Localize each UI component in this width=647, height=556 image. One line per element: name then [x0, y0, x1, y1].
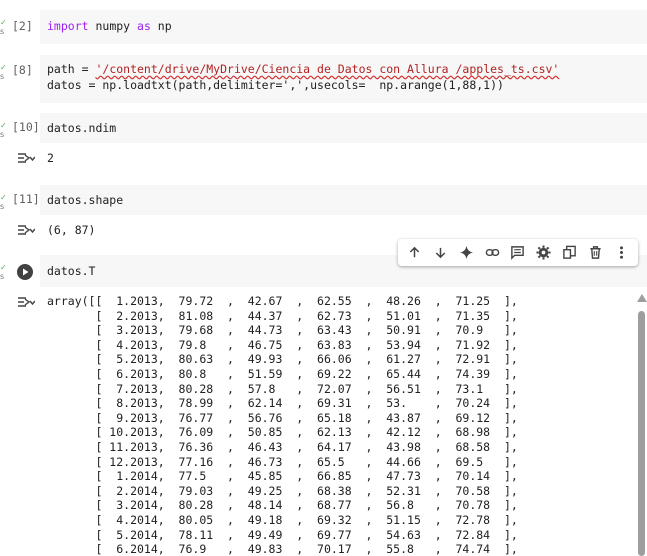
code-line: datos.ndim	[47, 121, 117, 135]
code-line-2: datos = np.loadtxt(path,delimiter=',',us…	[47, 78, 504, 92]
code-line: datos.T	[47, 264, 96, 278]
array-output: array([[ 1.2013, 79.72 , 42.67 , 62.55 ,…	[47, 294, 632, 556]
trash-icon[interactable]	[585, 243, 605, 263]
array-row: [ 8.2013, 78.99 , 62.14 , 69.31 , 53. , …	[47, 396, 518, 411]
array-row: [ 2.2014, 79.03 , 49.25 , 68.38 , 52.31 …	[47, 483, 518, 498]
code-cell-ndim[interactable]: ✓ s [10] datos.ndim 2	[0, 113, 647, 173]
execution-count: [10]	[12, 120, 40, 134]
output-text: (6, 87)	[47, 223, 96, 237]
output-text: 2	[47, 151, 54, 165]
array-row: [ 2.2013, 81.08 , 44.37 , 62.73 , 51.01 …	[47, 308, 518, 323]
array-row: [ 12.2013, 77.16 , 46.73 , 65.5 , 44.66 …	[47, 454, 518, 469]
array-row: [ 10.2013, 76.09 , 50.85 , 62.13 , 42.12…	[47, 425, 518, 440]
execution-count: [11]	[12, 192, 40, 206]
code-line-1: path = '/content/drive/MyDrive/Ciencia d…	[47, 62, 560, 76]
array-row: array([[ 1.2013, 79.72 , 42.67 , 62.55 ,…	[47, 294, 518, 308]
array-row: [ 5.2014, 78.11 , 49.49 , 69.77 , 54.63 …	[47, 527, 518, 542]
arrow-down-icon[interactable]	[431, 243, 451, 263]
code-editor[interactable]: path = '/content/drive/MyDrive/Ciencia d…	[40, 55, 647, 103]
array-row: [ 6.2014, 76.9 , 49.83 , 70.17 , 55.8 , …	[47, 542, 518, 556]
output-toggle-icon[interactable]	[17, 296, 35, 308]
array-row: [ 11.2013, 76.36 , 46.43 , 64.17 , 43.98…	[47, 439, 518, 454]
array-row: [ 9.2013, 76.77 , 56.76 , 65.18 , 43.87 …	[47, 410, 518, 425]
code-cell-import[interactable]: ✓ s [2] import numpy as np	[0, 10, 647, 44]
code-editor[interactable]: datos.shape	[40, 185, 647, 215]
arrow-up-icon[interactable]	[405, 243, 425, 263]
execution-count: [8]	[12, 63, 33, 77]
cell-toolbar	[398, 239, 638, 266]
array-row: [ 1.2014, 77.5 , 45.85 , 66.85 , 47.73 ,…	[47, 469, 518, 484]
output-toggle-icon[interactable]	[17, 152, 35, 164]
scroll-thumb[interactable]	[638, 311, 645, 556]
code-line: import numpy as np	[47, 19, 172, 33]
code-cell-load[interactable]: ✓ s [8] path = '/content/drive/MyDrive/Ci…	[0, 55, 647, 103]
scroll-up-arrow-icon[interactable]	[637, 294, 647, 302]
more-vert-icon[interactable]	[611, 243, 631, 263]
execution-count: [2]	[12, 19, 33, 33]
sparkle-icon[interactable]	[456, 243, 476, 263]
mirror-cell-icon[interactable]	[559, 243, 579, 263]
check-icon: ✓ s	[0, 263, 7, 281]
code-editor[interactable]: import numpy as np	[40, 10, 647, 44]
array-row: [ 4.2014, 80.05 , 49.18 , 69.32 , 51.15 …	[47, 512, 518, 527]
check-icon: ✓ s	[0, 63, 7, 81]
check-icon: ✓ s	[0, 193, 7, 211]
array-row: [ 3.2013, 79.68 , 44.73 , 63.43 , 50.91 …	[47, 323, 518, 338]
array-row: [ 3.2014, 80.28 , 48.14 , 68.77 , 56.8 ,…	[47, 498, 518, 513]
array-row: [ 4.2013, 79.8 , 46.75 , 63.83 , 53.94 ,…	[47, 337, 518, 352]
array-row: [ 6.2013, 80.8 , 51.59 , 69.22 , 65.44 ,…	[47, 366, 518, 381]
check-icon: ✓ s	[0, 121, 7, 139]
code-editor[interactable]: datos.ndim	[40, 113, 647, 143]
link-icon[interactable]	[482, 243, 502, 263]
code-cell-shape[interactable]: ✓ s [11] datos.shape (6, 87)	[0, 185, 647, 245]
gear-icon[interactable]	[534, 243, 554, 263]
run-cell-button[interactable]	[17, 264, 33, 280]
code-line: datos.shape	[47, 193, 124, 207]
play-icon	[23, 268, 29, 276]
array-row: [ 5.2013, 80.63 , 49.93 , 66.06 , 61.27 …	[47, 352, 518, 367]
array-row: [ 7.2013, 80.28 , 57.8 , 72.07 , 56.51 ,…	[47, 381, 518, 396]
output-toggle-icon[interactable]	[17, 224, 35, 236]
output-scrollbar[interactable]	[636, 294, 647, 556]
comment-icon[interactable]	[508, 243, 528, 263]
check-icon: ✓ s	[0, 18, 7, 36]
